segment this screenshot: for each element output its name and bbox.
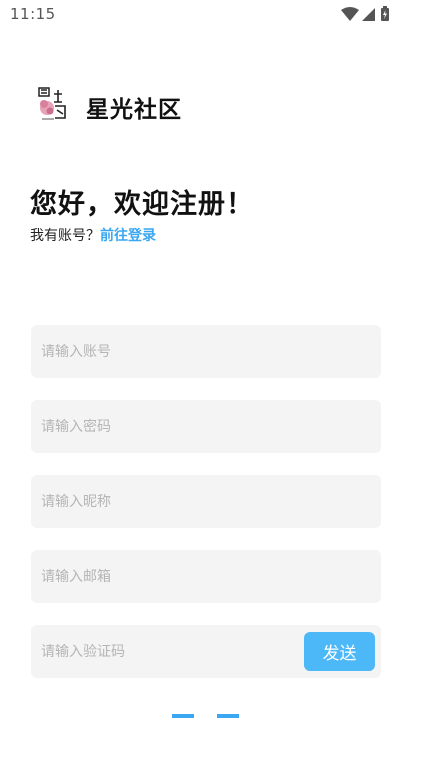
page-title: 您好，欢迎注册！ <box>30 189 254 220</box>
status-bar: 11:15 <box>0 0 429 30</box>
go-to-login-link[interactable]: 前往登录 <box>100 228 156 244</box>
verification-code-input[interactable] <box>41 625 291 678</box>
status-time: 11:15 <box>10 5 56 23</box>
password-input[interactable] <box>41 400 291 453</box>
status-icons <box>341 6 395 22</box>
wifi-icon <box>341 7 359 21</box>
brand-logo-icon <box>38 87 66 120</box>
cellular-signal-icon <box>362 8 375 21</box>
login-prompt: 我有账号？前往登录 <box>30 225 156 245</box>
email-field <box>31 550 381 603</box>
brand-name: 星光社区 <box>86 97 182 123</box>
battery-icon <box>381 6 389 21</box>
send-code-button[interactable]: 发送 <box>304 632 375 671</box>
loading-dot <box>217 714 239 718</box>
loading-indicator <box>172 714 242 718</box>
nickname-input[interactable] <box>41 475 291 528</box>
account-input[interactable] <box>41 325 291 378</box>
loading-dot <box>172 714 194 718</box>
email-input[interactable] <box>41 550 291 603</box>
have-account-text: 我有账号？ <box>30 228 100 244</box>
verification-code-field: 发送 <box>31 625 381 678</box>
password-field <box>31 400 381 453</box>
account-field <box>31 325 381 378</box>
nickname-field <box>31 475 381 528</box>
